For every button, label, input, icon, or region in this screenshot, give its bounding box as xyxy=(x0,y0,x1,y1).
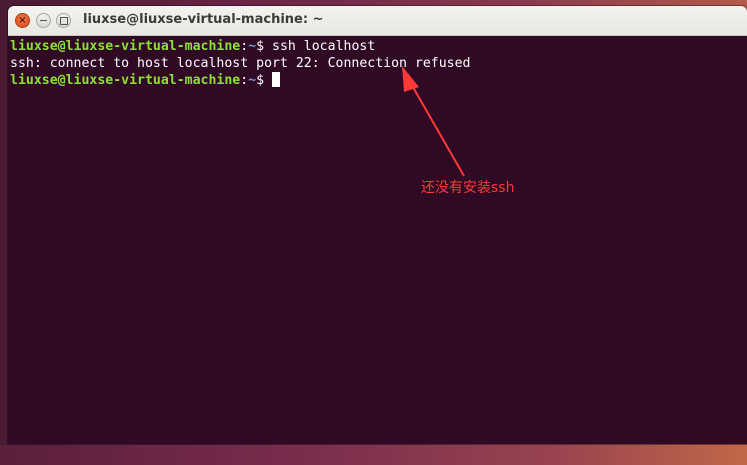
annotation-arrow-head xyxy=(402,66,419,92)
annotation-label: 还没有安装ssh xyxy=(421,180,515,196)
annotation-arrow-line xyxy=(409,81,465,177)
annotation-arrow xyxy=(402,66,465,177)
